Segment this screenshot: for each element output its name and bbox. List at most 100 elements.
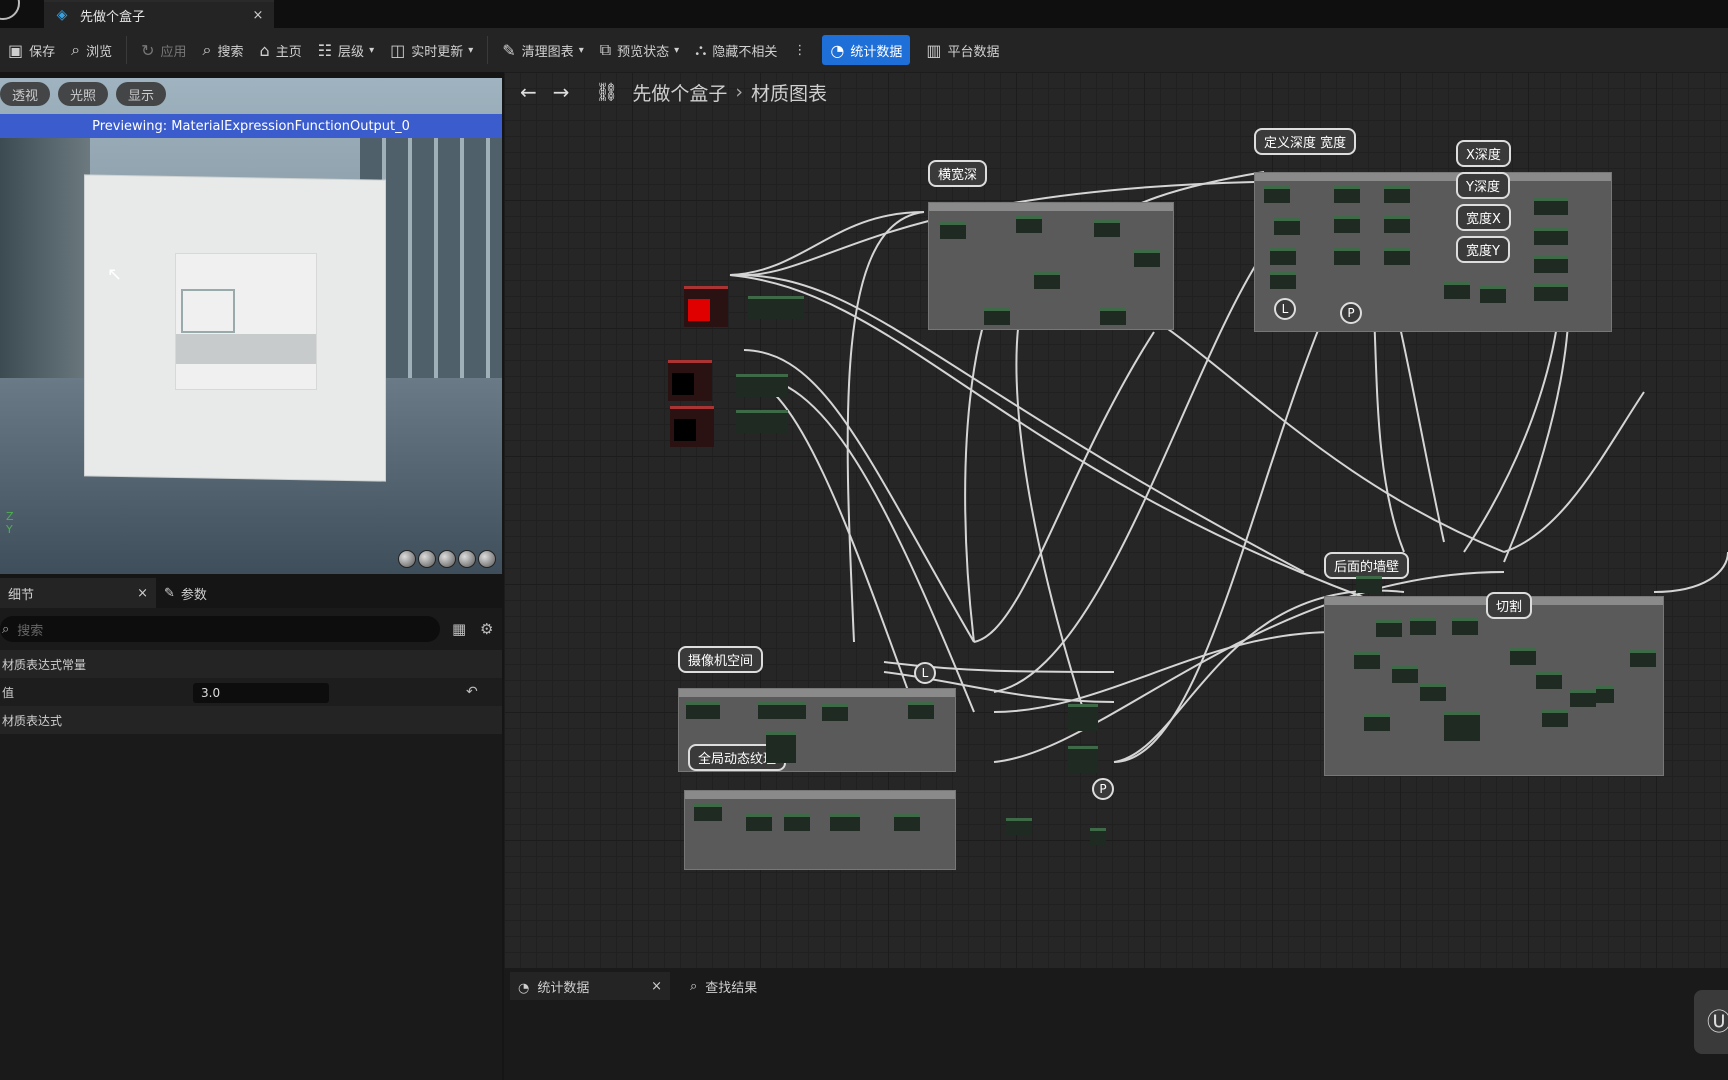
graph-node[interactable] — [984, 308, 1010, 325]
graph-node[interactable] — [686, 702, 720, 719]
graph-node[interactable] — [1452, 618, 1478, 635]
graph-node[interactable] — [1534, 228, 1568, 245]
reroute-label[interactable]: X深度 — [1456, 140, 1511, 167]
clean-graph-button[interactable]: ✎ 清理图表 ▾ — [494, 28, 591, 72]
tab-details[interactable]: 细节 × — [0, 578, 156, 608]
graph-node[interactable] — [766, 732, 796, 763]
material-graph[interactable]: ← → ⛓ 先做个盒子 › 材质图表 横宽深 定义深度 宽度 后面的墙壁 摄像机… — [504, 72, 1728, 968]
graph-node[interactable] — [1364, 714, 1390, 731]
graph-node[interactable] — [1480, 286, 1506, 303]
show-button[interactable]: 显示 — [116, 82, 167, 106]
graph-node[interactable] — [1334, 186, 1360, 203]
graph-node[interactable] — [1542, 710, 1568, 727]
breadcrumb-graph[interactable]: 材质图表 — [751, 79, 827, 106]
platform-stats-button[interactable]: ▥ 平台数据 — [918, 28, 1007, 72]
section-material-expression[interactable]: 材质表达式 — [0, 706, 502, 734]
apply-button[interactable]: ↻ 应用 — [133, 28, 194, 72]
graph-node[interactable] — [940, 222, 966, 239]
comment-bubble[interactable]: 定义深度 宽度 — [1254, 128, 1357, 155]
graph-node[interactable] — [694, 804, 722, 821]
home-button[interactable]: ⌂ 主页 — [252, 28, 310, 72]
graph-node[interactable] — [1384, 248, 1410, 265]
color-constant-node[interactable] — [670, 406, 714, 447]
graph-node[interactable] — [1354, 652, 1380, 669]
graph-node[interactable] — [1376, 620, 1402, 637]
graph-node[interactable] — [1090, 828, 1106, 845]
tab-find-results[interactable]: ⌕ 查找结果 — [690, 972, 757, 1000]
more-options-button[interactable]: ⋮ — [785, 28, 814, 72]
preview-state-button[interactable]: ⧉ 预览状态 ▾ — [592, 28, 687, 72]
graph-node[interactable] — [1016, 216, 1042, 233]
tab-stats[interactable]: ◔ 统计数据 × — [510, 972, 670, 1000]
graph-node[interactable] — [1384, 216, 1410, 233]
graph-node[interactable] — [1100, 308, 1126, 325]
comment-bubble[interactable]: 横宽深 — [928, 160, 988, 187]
graph-node[interactable] — [1510, 648, 1536, 665]
graph-node[interactable] — [1068, 746, 1098, 773]
hide-unrelated-button[interactable]: ⛬ 隐藏不相关 — [687, 28, 785, 72]
graph-node[interactable] — [736, 374, 788, 397]
graph-node[interactable] — [1420, 684, 1446, 701]
reroute-label[interactable]: 宽度Y — [1456, 236, 1510, 263]
section-material-expression-constant[interactable]: 材质表达式常量 — [0, 650, 502, 678]
back-arrow-icon[interactable]: ← — [520, 80, 537, 104]
tab-material-editor[interactable]: ◈ 先做个盒子 × — [44, 0, 274, 28]
graph-node[interactable] — [1384, 186, 1410, 203]
graph-node[interactable] — [1444, 712, 1480, 741]
graph-node[interactable] — [1534, 256, 1568, 273]
graph-node[interactable] — [1630, 650, 1656, 667]
graph-node[interactable] — [746, 814, 772, 831]
tab-close-button[interactable]: × — [248, 8, 268, 23]
cube-preview-button[interactable] — [458, 550, 476, 568]
reset-icon[interactable]: ↶ — [466, 684, 478, 700]
graph-node[interactable] — [1334, 248, 1360, 265]
lighting-button[interactable]: 光照 — [58, 82, 109, 106]
graph-node[interactable] — [1334, 216, 1360, 233]
graph-node[interactable] — [758, 702, 806, 719]
breadcrumb-asset[interactable]: 先做个盒子 — [632, 79, 727, 106]
details-search-input[interactable]: ⌕ 搜索 — [0, 616, 440, 642]
graph-node[interactable] — [1392, 666, 1418, 683]
graph-node[interactable] — [1068, 704, 1098, 731]
value-input[interactable]: 3.0 — [193, 683, 329, 703]
graph-node[interactable] — [894, 814, 920, 831]
graph-node[interactable] — [1094, 220, 1120, 237]
hierarchy-button[interactable]: ☷ 层级 ▾ — [310, 28, 382, 72]
graph-node[interactable] — [822, 704, 848, 721]
search-button[interactable]: ⌕ 搜索 — [195, 28, 252, 72]
graph-node[interactable] — [830, 814, 860, 831]
perspective-button[interactable]: 透视 — [0, 82, 51, 106]
sphere-preview-button[interactable] — [418, 550, 436, 568]
tab-parameters[interactable]: ✎ 参数 — [156, 578, 215, 608]
tab-close-button[interactable]: × — [137, 586, 148, 601]
tab-close-button[interactable]: × — [651, 979, 662, 994]
custom-mesh-preview-button[interactable] — [478, 550, 496, 568]
plane-preview-button[interactable] — [438, 550, 456, 568]
graph-node[interactable] — [1274, 218, 1300, 235]
comment-bubble[interactable]: 摄像机空间 — [678, 646, 764, 673]
forward-arrow-icon[interactable]: → — [553, 80, 570, 104]
graph-node[interactable] — [1410, 618, 1436, 635]
table-view-icon[interactable]: ▦ — [452, 620, 466, 638]
graph-node[interactable] — [1134, 250, 1160, 267]
graph-node[interactable] — [748, 296, 804, 319]
graph-node[interactable] — [1570, 690, 1596, 707]
pin-l[interactable]: L — [914, 662, 936, 684]
comment-box[interactable] — [1254, 172, 1612, 332]
gear-icon[interactable]: ⚙ — [480, 620, 493, 638]
graph-node[interactable] — [736, 410, 788, 433]
graph-node[interactable] — [1356, 576, 1382, 593]
graph-node[interactable] — [1534, 284, 1568, 301]
preview-viewport[interactable]: 透视 光照 显示 Previewing: MaterialExpressionF… — [0, 78, 502, 574]
reroute-label[interactable]: Y深度 — [1456, 172, 1510, 199]
pin-p[interactable]: P — [1340, 302, 1362, 324]
graph-node[interactable] — [1596, 686, 1614, 703]
reroute-label[interactable]: 宽度X — [1456, 204, 1511, 231]
browse-button[interactable]: ⌕ 浏览 — [63, 28, 120, 72]
comment-bubble[interactable]: 后面的墙壁 — [1324, 552, 1410, 579]
cylinder-preview-button[interactable] — [398, 550, 416, 568]
graph-node[interactable] — [1264, 186, 1290, 203]
color-constant-node[interactable] — [668, 360, 712, 401]
graph-node[interactable] — [1536, 672, 1562, 689]
graph-node[interactable] — [1034, 272, 1060, 289]
